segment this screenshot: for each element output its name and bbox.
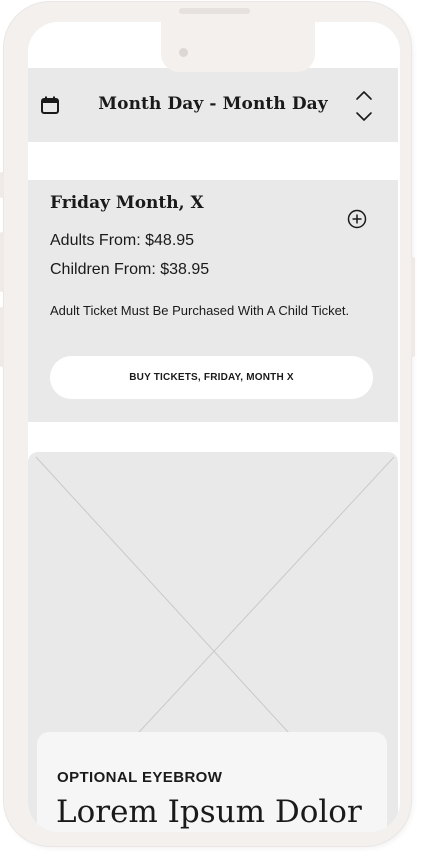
chevron-up-icon[interactable] bbox=[354, 88, 374, 102]
chevron-down-icon[interactable] bbox=[354, 110, 374, 124]
camera-dot bbox=[179, 48, 188, 57]
eyebrow: OPTIONAL EYEBROW bbox=[57, 769, 223, 786]
adult-price: Adults From: $48.95 bbox=[50, 232, 195, 249]
plus-circle-icon[interactable] bbox=[347, 209, 367, 229]
speaker-bar bbox=[179, 8, 250, 14]
side-button bbox=[0, 172, 4, 198]
content-card: OPTIONAL EYEBROW Lorem Ipsum Dolor bbox=[37, 732, 387, 832]
calendar-icon[interactable] bbox=[41, 96, 59, 114]
phone-screen: Month Day - Month Day Friday Month, X Ad… bbox=[28, 22, 400, 832]
ticket-note: Adult Ticket Must Be Purchased With A Ch… bbox=[50, 303, 350, 318]
child-price: Children From: $38.95 bbox=[50, 261, 210, 278]
notch bbox=[161, 22, 315, 72]
side-button bbox=[0, 232, 4, 292]
day-title: Friday Month, X bbox=[50, 193, 204, 213]
buy-tickets-button[interactable]: BUY TICKETS, FRIDAY, MONTH X bbox=[50, 356, 373, 399]
date-selector[interactable]: Month Day - Month Day bbox=[28, 68, 398, 142]
day-ticket-card: Friday Month, X Adults From: $48.95 Chil… bbox=[28, 180, 398, 422]
side-button bbox=[411, 257, 415, 357]
headline: Lorem Ipsum Dolor bbox=[56, 794, 362, 830]
date-range-label[interactable]: Month Day - Month Day bbox=[78, 94, 348, 114]
side-button bbox=[0, 307, 4, 367]
phone-frame: Month Day - Month Day Friday Month, X Ad… bbox=[0, 2, 415, 846]
